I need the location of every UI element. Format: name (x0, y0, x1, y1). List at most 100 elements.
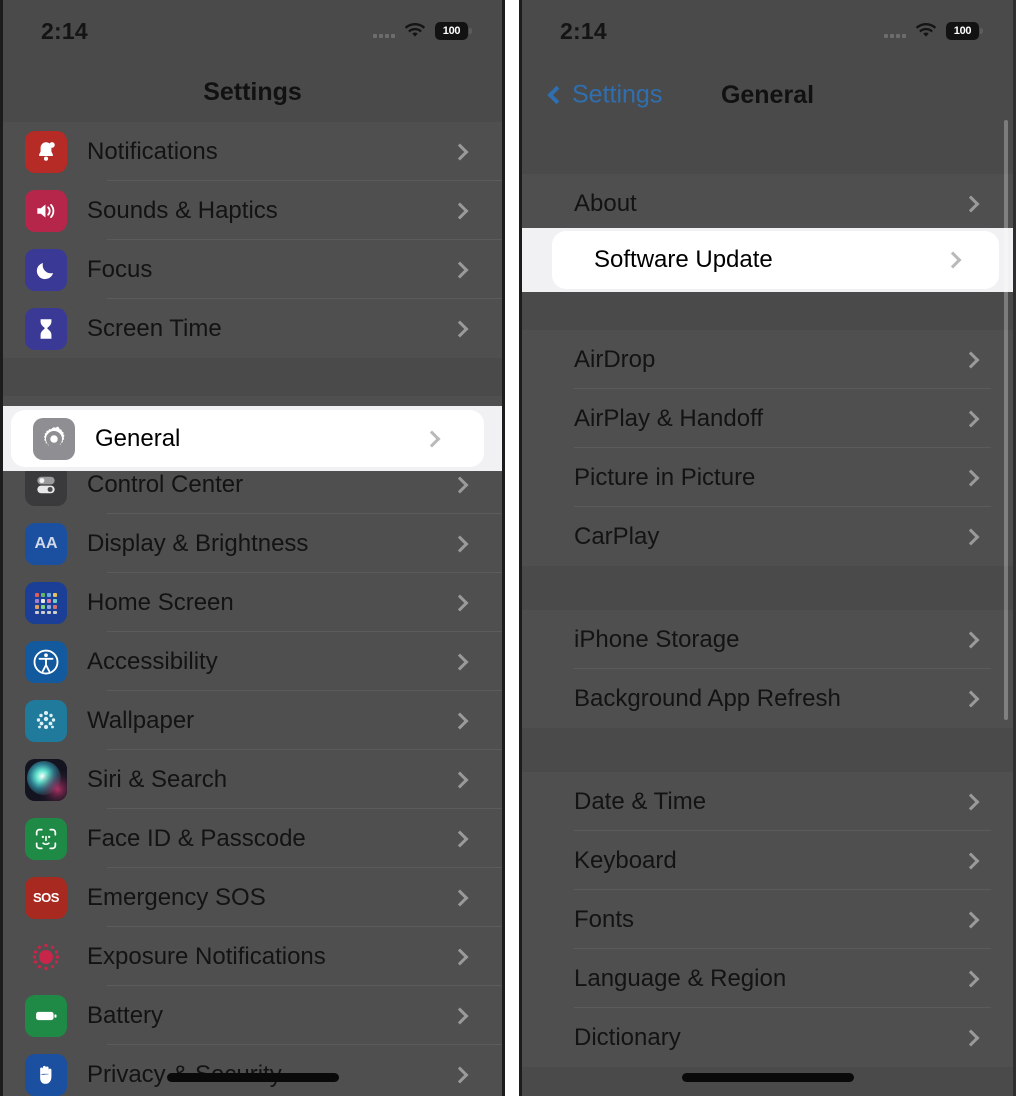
list-item-label: Focus (87, 255, 153, 283)
list-item-carplay[interactable]: CarPlay (522, 507, 1013, 566)
chevron-right-icon (962, 1029, 980, 1046)
list-item-date-time[interactable]: Date & Time (522, 772, 1013, 831)
battery-green-icon (25, 994, 67, 1037)
chevron-right-icon (451, 143, 469, 160)
face-id-icon (25, 817, 67, 860)
list-item-label: iPhone Storage (574, 625, 740, 653)
list-item-dictionary[interactable]: Dictionary (522, 1008, 1013, 1067)
list-item-fonts[interactable]: Fonts (522, 890, 1013, 949)
chevron-right-icon (451, 771, 469, 788)
list-item-label: Language & Region (574, 964, 787, 992)
chevron-right-icon (451, 594, 469, 611)
list-item-label: Keyboard (574, 846, 677, 874)
status-indicators: 100 (884, 22, 983, 40)
list-item-label: General (95, 424, 181, 452)
list-item-label: Display & Brightness (87, 529, 309, 557)
chevron-right-icon (962, 469, 980, 486)
aa-text-icon: AA (25, 522, 67, 565)
left-status-bar: 2:14 100 (3, 0, 502, 62)
status-time: 2:14 (41, 17, 88, 44)
list-item-focus[interactable]: Focus (3, 240, 502, 299)
chevron-right-icon (451, 1066, 469, 1083)
chevron-right-icon (451, 535, 469, 552)
list-item-label: Sounds & Haptics (87, 196, 278, 224)
list-item-siri-search[interactable]: Siri & Search (3, 750, 502, 809)
list-item-software-update[interactable]: Software Update (552, 231, 999, 289)
list-item-label: Fonts (574, 905, 635, 933)
app-grid-icon (25, 581, 67, 624)
vertical-scrollbar[interactable] (1004, 120, 1008, 720)
list-item-battery[interactable]: Battery (3, 986, 502, 1045)
chevron-right-icon (962, 631, 980, 648)
list-item-label: Emergency SOS (87, 883, 266, 911)
chevron-right-icon (451, 712, 469, 729)
list-item-wallpaper[interactable]: Wallpaper (3, 691, 502, 750)
list-item-keyboard[interactable]: Keyboard (522, 831, 1013, 890)
moon-icon (25, 248, 67, 291)
list-item-sounds-haptics[interactable]: Sounds & Haptics (3, 181, 502, 240)
page-title: Settings (203, 77, 302, 106)
chevron-right-icon (451, 202, 469, 219)
chevron-right-icon (451, 1007, 469, 1024)
list-item-exposure-notifications[interactable]: Exposure Notifications (3, 927, 502, 986)
settings-group-system: General Control Center AA Display & Brig… (3, 396, 502, 1096)
chevron-right-icon (451, 948, 469, 965)
chevron-right-icon (962, 690, 980, 707)
list-item-label: Notifications (87, 137, 218, 165)
list-item-emergency-sos[interactable]: SOS Emergency SOS (3, 868, 502, 927)
bell-icon (25, 130, 67, 173)
right-phone-panel: 2:14 100 Settings General About AirDrop … (519, 0, 1016, 1096)
battery-icon: 100 (435, 22, 472, 40)
list-item-face-id-passcode[interactable]: Face ID & Passcode (3, 809, 502, 868)
list-item-about[interactable]: About (522, 174, 1013, 233)
left-phone-panel: 2:14 100 Settings Notifications Sounds &… (0, 0, 505, 1096)
list-item-general[interactable]: General (11, 410, 484, 467)
list-item-label: Accessibility (87, 647, 218, 675)
list-item-notifications[interactable]: Notifications (3, 122, 502, 181)
list-item-label: Control Center (87, 470, 244, 498)
battery-level: 100 (953, 25, 972, 37)
right-status-bar: 2:14 100 (522, 0, 1013, 62)
wifi-icon (404, 23, 426, 39)
page-title: General (720, 80, 815, 109)
list-item-picture-in-picture[interactable]: Picture in Picture (522, 448, 1013, 507)
list-item-display-brightness[interactable]: AA Display & Brightness (3, 514, 502, 573)
list-item-airplay-handoff[interactable]: AirPlay & Handoff (522, 389, 1013, 448)
left-nav-bar: Settings (3, 62, 502, 122)
list-item-accessibility[interactable]: Accessibility (3, 632, 502, 691)
general-group-storage: iPhone Storage Background App Refresh (522, 610, 1013, 728)
list-item-language-region[interactable]: Language & Region (522, 949, 1013, 1008)
screenshot-stage: 2:14 100 Settings Notifications Sounds &… (0, 0, 1019, 1096)
home-indicator (166, 1073, 339, 1082)
list-item-label: About (574, 189, 637, 217)
chevron-right-icon (451, 320, 469, 337)
chevron-right-icon (451, 830, 469, 847)
chevron-right-icon (451, 261, 469, 278)
list-item-label: Face ID & Passcode (87, 824, 306, 852)
list-item-label: Home Screen (87, 588, 234, 616)
list-item-background-app-refresh[interactable]: Background App Refresh (522, 669, 1013, 728)
list-item-privacy-security[interactable]: Privacy & Security (3, 1045, 502, 1096)
hand-icon (25, 1053, 67, 1096)
list-item-airdrop[interactable]: AirDrop (522, 330, 1013, 389)
list-item-label: Screen Time (87, 314, 222, 342)
signal-dots-icon (373, 24, 395, 38)
list-item-screen-time[interactable]: Screen Time (3, 299, 502, 358)
list-item-label: Siri & Search (87, 765, 228, 793)
siri-icon (25, 758, 67, 801)
sos-icon: SOS (25, 876, 67, 919)
right-nav-bar: Settings General (522, 62, 1013, 128)
list-item-label: CarPlay (574, 522, 660, 550)
exposure-icon (25, 936, 67, 978)
list-item-label: Wallpaper (87, 706, 195, 734)
chevron-left-icon (547, 85, 566, 105)
back-button-label: Settings (572, 80, 663, 109)
settings-group-alerts: Notifications Sounds & Haptics Focus Scr… (3, 122, 502, 358)
list-item-home-screen[interactable]: Home Screen (3, 573, 502, 632)
panel-gutter (505, 0, 519, 1096)
list-item-label: Software Update (594, 246, 773, 273)
back-button[interactable]: Settings (547, 80, 663, 110)
speaker-icon (25, 189, 67, 232)
list-item-iphone-storage[interactable]: iPhone Storage (522, 610, 1013, 669)
home-indicator (681, 1073, 854, 1082)
